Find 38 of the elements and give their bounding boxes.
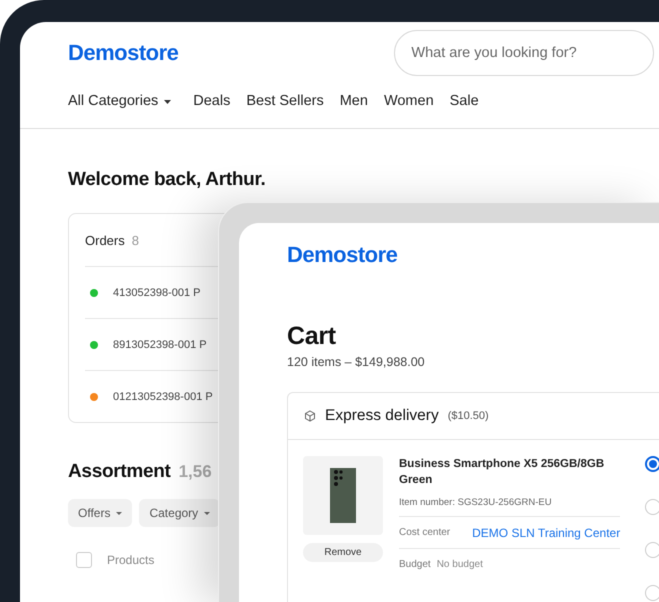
nav-link[interactable]: Deals <box>193 93 230 128</box>
nav-link[interactable]: Best Sellers <box>246 93 324 128</box>
radio-button[interactable] <box>645 456 659 472</box>
assortment-heading: Assortment <box>68 461 171 483</box>
search-field[interactable]: What are you looking for? <box>394 30 654 76</box>
store-logo[interactable]: Demostore <box>287 242 659 268</box>
nav-link[interactable]: Women <box>384 93 434 128</box>
delivery-price: ($10.50) <box>448 410 489 422</box>
orders-title: Orders <box>85 232 125 248</box>
column-header: Products <box>107 553 154 567</box>
budget-label: Budget <box>399 559 431 570</box>
caret-icon <box>204 512 210 514</box>
order-number[interactable]: 8913052398-001 P <box>113 338 207 350</box>
store-logo[interactable]: Demostore <box>68 40 178 66</box>
cost-center-link[interactable]: DEMO SLN Training Center <box>472 526 620 540</box>
cart-heading: Cart <box>287 322 337 351</box>
caret-icon <box>116 512 122 514</box>
assortment-count: 1,56 <box>178 462 212 482</box>
package-icon <box>304 410 316 422</box>
budget-value: No budget <box>436 559 483 570</box>
remove-button[interactable]: Remove <box>303 543 383 562</box>
filter-dropdown[interactable]: Offers <box>68 499 132 527</box>
smartphone-drawing <box>330 468 356 523</box>
nav-link[interactable]: Sale <box>450 93 479 128</box>
cart-summary: 120 items – $149,988.00 <box>287 355 426 369</box>
order-number[interactable]: 413052398-001 P <box>113 286 200 298</box>
orders-count: 8 <box>132 232 139 248</box>
filter-dropdown[interactable]: Category <box>139 499 220 527</box>
order-number[interactable]: 01213052398-001 P <box>113 390 213 402</box>
nav-link[interactable]: Men <box>340 93 368 128</box>
delivery-title: Express delivery <box>325 407 439 425</box>
caret-icon <box>164 100 172 104</box>
select-all-checkbox[interactable] <box>76 552 92 568</box>
cost-center-label: Cost center <box>399 527 450 538</box>
welcome-heading: Welcome back, Arthur. <box>68 169 266 191</box>
product-name: Business Smartphone X5 256GB/8GB Green <box>399 457 606 488</box>
nav-link[interactable]: All Categories <box>68 93 172 128</box>
item-number: Item number: SGS23U-256GRN-EU <box>399 497 620 517</box>
